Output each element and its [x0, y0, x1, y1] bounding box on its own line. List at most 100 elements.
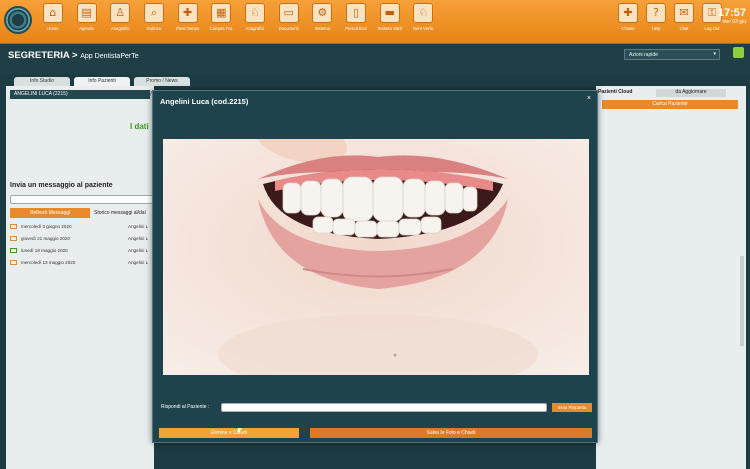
message-sender: Angelini L [128, 224, 149, 229]
toolbar-button-anagrafici[interactable]: ♙ Anagrafici [103, 3, 137, 41]
message-sender: Angelini L [128, 248, 149, 253]
patient-icon: ♙ [110, 3, 131, 23]
mouse-cursor [238, 428, 242, 434]
agenda-icon: ▤ [76, 3, 97, 23]
toolbar-button-prescrizioni[interactable]: ▯ Prescrizioni [339, 3, 373, 41]
medical-icon: ✚ [177, 3, 198, 23]
message-row[interactable]: mercoledì 13 maggio 2020 Angelini L [10, 260, 156, 270]
app-logo [4, 6, 32, 34]
toolbar-button-label: Dent-Vertic [413, 26, 434, 31]
tab-info-studio[interactable]: Info Studio [14, 77, 70, 86]
message-input[interactable] [10, 195, 156, 204]
clock: 17:57 mer 03 giu [712, 7, 746, 25]
toolbar-items: ⌂ Home ▤ Agenda ♙ Anagrafici ⌕ Rubrica ✚ Prest.Te… [36, 3, 440, 41]
modal-title: Angelini Luca (cod.2215) [160, 97, 249, 106]
prescription-icon: ▯ [346, 3, 367, 23]
toolbar-button-label: Chiuso [621, 26, 635, 31]
toolbar-button-dent-vertic[interactable]: ♘ Dent-Vertic [407, 3, 441, 41]
toolbar-button-label: Prescrizioni [345, 26, 367, 31]
photo-modal: Angelini Luca (cod.2215) × Rispondi al P… [152, 90, 598, 443]
message-sender: Angelini L [128, 236, 149, 241]
tab-to-update[interactable]: da Aggiornare [656, 89, 726, 97]
tooth-icon: ♘ [244, 3, 265, 23]
message-date: lunedì 18 maggio 2020 [21, 248, 68, 253]
toolbar-button-label: Rubrica [146, 26, 162, 31]
calendar-icon: ▦ [211, 3, 232, 23]
message-row[interactable]: lunedì 18 maggio 2020 Angelini L [10, 248, 156, 258]
toolbar-button-tessera-sms[interactable]: ▬ Tessera SMS [373, 3, 407, 41]
help-icon: ? [646, 3, 666, 23]
toolbar-button-chiuso[interactable]: ✚ Chiuso [614, 3, 642, 41]
toolbar-button-home[interactable]: ⌂ Home [36, 3, 70, 41]
gear-icon: ⚙ [312, 3, 333, 23]
toolbar-button-chat[interactable]: ✉ Chat [670, 3, 698, 41]
toolbar-button-sistema[interactable]: ⚙ Sistema [306, 3, 340, 41]
breadcrumb-separator: > [69, 50, 81, 61]
data-notice: I dati [130, 122, 149, 131]
message-date: mercoledì 13 maggio 2020 [21, 260, 76, 265]
status-indicator[interactable] [733, 47, 744, 58]
clock-date: mer 03 giu [722, 19, 746, 25]
tab-cloud-patients[interactable]: Pazienti Cloud [596, 89, 644, 97]
envelope-icon [10, 236, 17, 242]
send-reply-button[interactable]: Invia Risposta [552, 403, 592, 412]
tab-info-pazienti[interactable]: Info Pazienti [74, 77, 130, 86]
search-icon: ⌕ [143, 3, 164, 23]
message-sender: Angelini L [128, 260, 149, 265]
toolbar-button-label: Log Out [704, 26, 720, 31]
toolbar-button-rubrica[interactable]: ⌕ Rubrica [137, 3, 171, 41]
toolbar-button-label: Agenda [79, 26, 94, 31]
toolbar-button-prest-tempo[interactable]: ✚ Prest.Tempo [171, 3, 205, 41]
close-icon: ✚ [618, 3, 638, 23]
tab-promo-news[interactable]: Promo / News [134, 77, 190, 86]
message-row[interactable]: mercoledì 3 giugno 2020 Angelini L [10, 224, 156, 234]
home-icon: ⌂ [42, 3, 63, 23]
chevron-down-icon: ▾ [713, 51, 716, 57]
message-heading: Invia un messaggio al paziente [10, 182, 113, 189]
toolbar-button-label: Chat [679, 26, 689, 31]
delete-and-close-button[interactable]: Elimina e Chiudi [159, 428, 299, 438]
save-photo-and-close-button[interactable]: Salva la Foto e Chiudi [310, 428, 592, 438]
chat-icon: ✉ [674, 3, 694, 23]
toolbar-button-help[interactable]: ? Help [642, 3, 670, 41]
toolbar-button-label: Prest.Tempo [175, 26, 200, 31]
patient-selector[interactable]: ANGELINI LUCA (2215) [10, 90, 150, 99]
toolbar-button-agenda[interactable]: ▤ Agenda [70, 3, 104, 41]
message-history-label: Storico messaggi al/dal [94, 210, 146, 216]
right-panel: Pazienti Cloud da Aggiornare Carica Pazi… [596, 86, 746, 469]
close-icon[interactable]: × [587, 95, 591, 102]
quick-actions-label: Azioni rapide [629, 52, 658, 58]
toolbar-button-label: Anagrafici [245, 26, 265, 31]
toolbar-button-compra-fut-[interactable]: ▦ Compra Fut. [204, 3, 238, 41]
toolbar-button-documenti[interactable]: ▭ Documenti [272, 3, 306, 41]
message-row[interactable]: giovedì 21 maggio 2020 Angelini L [10, 236, 156, 246]
envelope-icon [10, 260, 17, 266]
message-date: mercoledì 3 giugno 2020 [21, 224, 72, 229]
card-icon: ▬ [379, 3, 400, 23]
toolbar-right-items: ✚ Chiuso? Help ✉ Chat ⚿ Log Out [614, 3, 726, 41]
reply-input[interactable] [221, 403, 547, 412]
page-title: SEGRETERIA > App DentistaPerTe [8, 50, 139, 61]
toolbar-button-label: Tessera SMS [377, 26, 403, 31]
toolbar-button-label: Home [47, 26, 59, 31]
envelope-icon [10, 224, 17, 230]
scrollbar[interactable] [740, 256, 744, 346]
document-icon: ▭ [278, 3, 299, 23]
toolbar-button-label: Help [651, 26, 661, 31]
toolbar-button-label: Compra Fut. [209, 26, 233, 31]
section-title: SEGRETERIA [8, 50, 70, 61]
toolbar-button-anagrafici[interactable]: ♘ Anagrafici [238, 3, 272, 41]
load-patient-button[interactable]: Carica Paziente [602, 100, 738, 109]
section-subtitle: App DentistaPerTe [80, 53, 139, 60]
toolbar-button-label: Documenti [278, 26, 299, 31]
toolbar-button-label: Sistema [314, 26, 330, 31]
toolbar-button-label: Anagrafici [110, 26, 130, 31]
patient-selector-value: ANGELINI LUCA (2215) [14, 91, 68, 97]
top-toolbar: ⌂ Home ▤ Agenda ♙ Anagrafici ⌕ Rubrica ✚ Prest.Te… [0, 0, 750, 44]
refresh-messages-button[interactable]: Refresh Messaggi [10, 208, 90, 218]
envelope-icon [10, 248, 17, 254]
tooth-icon: ♘ [413, 3, 434, 23]
left-panel: ANGELINI LUCA (2215) Invia un messaggio … [6, 86, 156, 469]
quick-actions-select[interactable]: Azioni rapide ▾ [624, 49, 720, 60]
message-date: giovedì 21 maggio 2020 [21, 236, 71, 241]
